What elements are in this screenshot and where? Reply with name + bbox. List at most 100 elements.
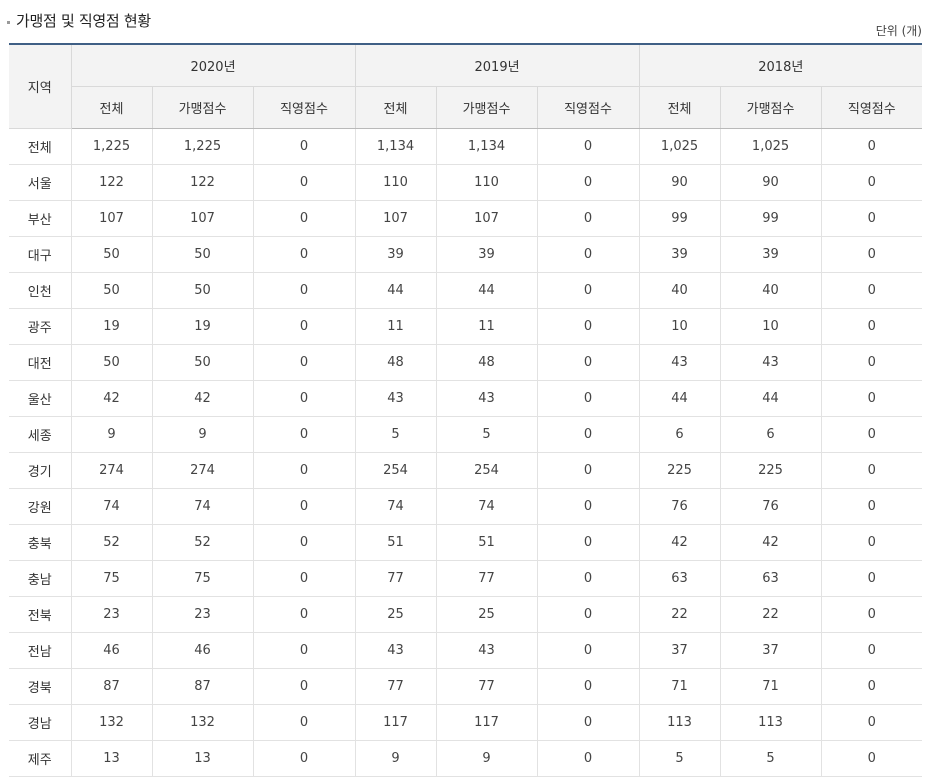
cell-total-2018: 1,025 [638,128,721,165]
header-franchise-count: 가맹점수 [151,86,253,129]
cell-franchise-2019: 110 [435,164,538,201]
cell-total-2020: 42 [70,380,152,417]
cell-region: 강원 [9,488,71,525]
cell-total-2020: 107 [70,200,152,237]
cell-total-2020: 52 [70,524,152,561]
cell-franchise-2020: 46 [151,632,253,669]
cell-direct-2019: 0 [536,416,640,453]
table-row: 대구 50 50 0 39 39 0 39 39 0 [9,236,923,273]
cell-total-2020: 1,225 [70,128,152,165]
cell-total-2018: 76 [638,488,721,525]
header-direct-count: 직영점수 [536,86,640,129]
cell-total-2020: 23 [70,596,152,633]
cell-total-2019: 77 [354,668,437,705]
cell-franchise-2018: 40 [719,272,822,309]
table-row: 강원 74 74 0 74 74 0 76 76 0 [9,488,923,525]
cell-direct-2018: 0 [820,128,923,165]
table-body: 전체 1,225 1,225 0 1,134 1,134 0 1,025 1,025 0 서울 122… [9,128,923,777]
cell-total-2018: 63 [638,560,721,597]
cell-franchise-2018: 44 [719,380,822,417]
cell-franchise-2020: 52 [151,524,253,561]
cell-total-2018: 71 [638,668,721,705]
cell-direct-2019: 0 [536,704,640,741]
cell-total-2020: 50 [70,272,152,309]
table-row: 서울 122 122 0 110 110 0 90 90 0 [9,164,923,201]
cell-direct-2019: 0 [536,380,640,417]
cell-franchise-2018: 10 [719,308,822,345]
header-row-years: 지역 2020년 2019년 2018년 [9,44,923,129]
cell-franchise-2020: 74 [151,488,253,525]
cell-total-2018: 90 [638,164,721,201]
cell-direct-2020: 0 [252,488,356,525]
cell-direct-2019: 0 [536,308,640,345]
cell-region: 경남 [9,704,71,741]
cell-franchise-2019: 117 [435,704,538,741]
cell-franchise-2020: 42 [151,380,253,417]
cell-region: 세종 [9,416,71,453]
cell-franchise-2018: 99 [719,200,822,237]
cell-total-2020: 50 [70,344,152,381]
cell-franchise-2020: 50 [151,344,253,381]
cell-direct-2019: 0 [536,560,640,597]
table-row: 경북 87 87 0 77 77 0 71 71 0 [9,668,923,705]
cell-franchise-2018: 37 [719,632,822,669]
cell-total-2020: 74 [70,488,152,525]
cell-franchise-2019: 77 [435,560,538,597]
table-row: 경기 274 274 0 254 254 0 225 225 0 [9,452,923,489]
cell-direct-2018: 0 [820,452,923,489]
cell-direct-2018: 0 [820,164,923,201]
cell-total-2018: 225 [638,452,721,489]
cell-direct-2018: 0 [820,488,923,525]
cell-total-2018: 43 [638,344,721,381]
cell-total-2019: 110 [354,164,437,201]
cell-franchise-2018: 39 [719,236,822,273]
cell-total-2019: 11 [354,308,437,345]
cell-franchise-2020: 50 [151,236,253,273]
cell-total-2020: 9 [70,416,152,453]
store-status-table: 지역 2020년 2019년 2018년 전체 가맹점수 직영점수 전체 가맹점… [9,43,923,777]
table-row: 세종 9 9 0 5 5 0 6 6 0 [9,416,923,453]
cell-franchise-2018: 1,025 [719,128,822,165]
cell-direct-2020: 0 [252,668,356,705]
cell-direct-2020: 0 [252,344,356,381]
cell-total-2018: 113 [638,704,721,741]
cell-direct-2018: 0 [820,560,923,597]
cell-total-2019: 117 [354,704,437,741]
cell-direct-2018: 0 [820,200,923,237]
cell-direct-2019: 0 [536,236,640,273]
header-direct-count: 직영점수 [820,86,923,129]
cell-total-2020: 132 [70,704,152,741]
cell-total-2018: 10 [638,308,721,345]
cell-total-2018: 22 [638,596,721,633]
cell-total-2019: 5 [354,416,437,453]
cell-franchise-2020: 19 [151,308,253,345]
cell-total-2019: 254 [354,452,437,489]
table-row: 인천 50 50 0 44 44 0 40 40 0 [9,272,923,309]
cell-franchise-2020: 9 [151,416,253,453]
cell-franchise-2020: 132 [151,704,253,741]
cell-direct-2018: 0 [820,596,923,633]
cell-franchise-2020: 13 [151,740,253,777]
cell-franchise-2020: 1,225 [151,128,253,165]
cell-total-2020: 274 [70,452,152,489]
cell-direct-2019: 0 [536,128,640,165]
cell-region: 제주 [9,740,71,777]
cell-direct-2018: 0 [820,668,923,705]
cell-region: 전체 [9,128,71,165]
cell-region: 울산 [9,380,71,417]
table-row: 전남 46 46 0 43 43 0 37 37 0 [9,632,923,669]
header-year-2019: 2019년 [354,44,640,87]
cell-total-2019: 1,134 [354,128,437,165]
cell-region: 경북 [9,668,71,705]
cell-direct-2020: 0 [252,524,356,561]
cell-total-2019: 44 [354,272,437,309]
cell-direct-2020: 0 [252,200,356,237]
cell-direct-2019: 0 [536,344,640,381]
cell-total-2018: 99 [638,200,721,237]
cell-franchise-2019: 39 [435,236,538,273]
header-total: 전체 [354,86,437,129]
cell-direct-2020: 0 [252,128,356,165]
cell-franchise-2020: 274 [151,452,253,489]
cell-region: 부산 [9,200,71,237]
cell-direct-2020: 0 [252,272,356,309]
